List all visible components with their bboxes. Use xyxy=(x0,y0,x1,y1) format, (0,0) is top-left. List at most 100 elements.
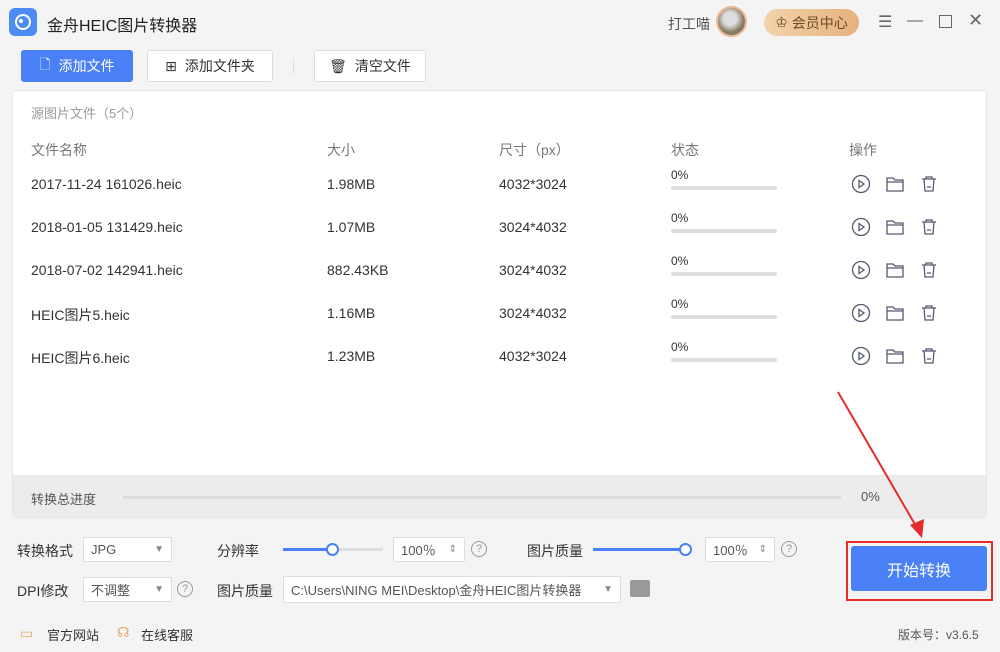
help-icon[interactable]: ? xyxy=(471,541,487,557)
website-icon: ▭ xyxy=(20,625,34,641)
folder-icon[interactable] xyxy=(885,174,905,197)
file-size: 1.16MB xyxy=(327,305,376,321)
output-path-select[interactable]: C:\Users\NING MEI\Desktop\金舟HEIC图片转换器 ▼ xyxy=(283,576,621,603)
delete-icon[interactable] xyxy=(919,174,939,197)
source-count: 源图片文件（5个） xyxy=(31,106,143,121)
file-dimensions: 4032*3024 xyxy=(499,348,567,364)
support-link[interactable]: 在线客服 xyxy=(141,625,193,644)
clear-files-button[interactable]: 🗑 清空文件 xyxy=(314,50,426,82)
caret-icon: ▼ xyxy=(154,584,164,595)
menu-icon[interactable]: ☰ xyxy=(878,12,892,32)
quality-stepper[interactable]: 100％ ⇕ xyxy=(705,537,775,562)
annotation-arrow xyxy=(837,391,924,538)
format-value: JPG xyxy=(91,542,117,557)
file-dimensions: 4032*3024 xyxy=(499,176,567,192)
version: 版本号：v3.6.5 xyxy=(898,628,979,642)
format-label: 转换格式 xyxy=(17,543,73,559)
browse-folder-icon[interactable] xyxy=(630,580,650,597)
play-icon[interactable] xyxy=(851,346,871,369)
status-text: 0% xyxy=(671,211,689,225)
dpi-value: 不调整 xyxy=(91,583,131,598)
username[interactable]: 打工喵 xyxy=(668,14,710,34)
col-dimensions: 尺寸（px） xyxy=(499,142,570,158)
help-icon[interactable]: ? xyxy=(177,581,193,597)
stepper-icon[interactable]: ⇕ xyxy=(449,544,457,555)
col-status: 状态 xyxy=(671,142,699,158)
start-convert-button[interactable]: 开始转换 xyxy=(851,546,987,591)
folder-icon[interactable] xyxy=(885,346,905,369)
file-size: 1.23MB xyxy=(327,348,376,364)
quality-slider[interactable] xyxy=(593,543,692,556)
divider xyxy=(293,58,294,74)
format-select[interactable]: JPG ▼ xyxy=(83,537,172,562)
resolution-stepper[interactable]: 100％ ⇕ xyxy=(393,537,465,562)
play-icon[interactable] xyxy=(851,217,871,240)
status-text: 0% xyxy=(671,340,689,354)
file-dimensions: 3024*4032 xyxy=(499,219,567,235)
add-folder-icon: ⊞ xyxy=(165,57,177,74)
status-text: 0% xyxy=(671,168,689,182)
avatar[interactable] xyxy=(716,6,747,37)
folder-icon[interactable] xyxy=(885,303,905,326)
caret-icon: ▼ xyxy=(603,584,613,595)
status-text: 0% xyxy=(671,297,689,311)
file-size: 882.43KB xyxy=(327,262,389,278)
stepper-icon[interactable]: ⇕ xyxy=(759,544,767,555)
crown-icon: ♔ xyxy=(775,14,788,30)
resolution-value: 100％ xyxy=(401,543,436,558)
slider-handle[interactable] xyxy=(679,543,692,556)
folder-icon[interactable] xyxy=(885,260,905,283)
status-text: 0% xyxy=(671,254,689,268)
resolution-slider[interactable] xyxy=(283,543,383,556)
play-icon[interactable] xyxy=(851,260,871,283)
file-name: 2017-11-24 161026.heic xyxy=(31,176,182,192)
col-size: 大小 xyxy=(327,142,355,158)
row-progress-bar xyxy=(671,358,777,362)
delete-icon[interactable] xyxy=(919,260,939,283)
app-title: 金舟HEIC图片转换器 xyxy=(47,18,198,35)
row-progress-bar xyxy=(671,272,777,276)
play-icon[interactable] xyxy=(851,303,871,326)
folder-icon[interactable] xyxy=(885,217,905,240)
add-folder-label: 添加文件夹 xyxy=(184,58,255,74)
quality-value: 100％ xyxy=(713,543,748,558)
close-icon[interactable]: ✕ xyxy=(968,10,983,31)
app-logo xyxy=(9,8,37,36)
delete-icon[interactable] xyxy=(919,346,939,369)
row-progress-bar xyxy=(671,229,777,233)
vip-label: 会员中心 xyxy=(791,14,848,31)
add-file-icon: 🗋 xyxy=(39,56,51,72)
output-label: 图片质量 xyxy=(217,583,273,599)
table-row: 2018-07-02 142941.heic 882.43KB 3024*403… xyxy=(13,252,986,295)
file-name: HEIC图片6.heic xyxy=(31,350,130,366)
table-row: HEIC图片6.heic 1.23MB 4032*3024 0% xyxy=(13,338,986,381)
caret-icon: ▼ xyxy=(154,544,164,555)
add-folder-button[interactable]: ⊞ 添加文件夹 xyxy=(147,50,273,82)
resolution-label: 分辨率 xyxy=(217,543,259,559)
add-file-label: 添加文件 xyxy=(58,58,115,74)
total-progress-label: 转换总进度 xyxy=(31,492,97,507)
delete-icon[interactable] xyxy=(919,217,939,240)
file-dimensions: 3024*4032 xyxy=(499,262,567,278)
vip-center-button[interactable]: ♔ 会员中心 xyxy=(764,9,859,36)
slider-handle[interactable] xyxy=(326,543,339,556)
maximize-icon[interactable] xyxy=(939,15,952,28)
table-row: 2017-11-24 161026.heic 1.98MB 4032*3024 … xyxy=(13,166,986,209)
col-name: 文件名称 xyxy=(31,142,87,158)
output-path: C:\Users\NING MEI\Desktop\金舟HEIC图片转换器 xyxy=(291,583,582,598)
minimize-icon[interactable]: — xyxy=(907,12,923,30)
play-icon[interactable] xyxy=(851,174,871,197)
dpi-select[interactable]: 不调整 ▼ xyxy=(83,577,172,602)
total-progress-bar xyxy=(123,496,841,499)
website-link[interactable]: 官方网站 xyxy=(47,625,99,644)
help-icon[interactable]: ? xyxy=(781,541,797,557)
delete-icon[interactable] xyxy=(919,303,939,326)
table-row: HEIC图片5.heic 1.16MB 3024*4032 0% xyxy=(13,295,986,338)
headset-icon: ☊ xyxy=(117,624,130,640)
quality-label: 图片质量 xyxy=(527,543,583,559)
col-actions: 操作 xyxy=(849,142,877,158)
file-name: HEIC图片5.heic xyxy=(31,307,130,323)
clear-label: 清空文件 xyxy=(354,58,411,74)
dpi-label: DPI修改 xyxy=(17,583,69,599)
add-file-button[interactable]: 🗋 添加文件 xyxy=(21,50,133,82)
